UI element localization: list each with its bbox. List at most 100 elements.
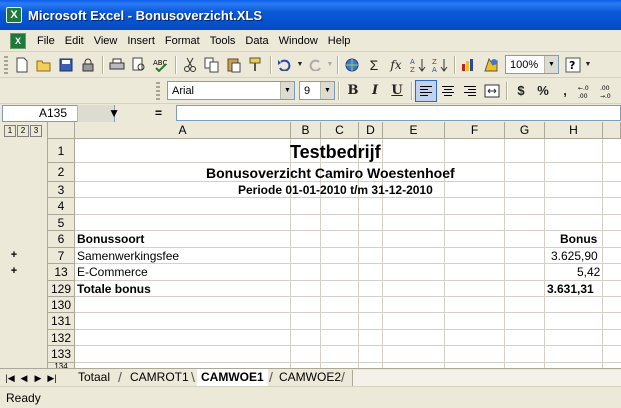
- insert-function-icon[interactable]: fx: [385, 54, 407, 76]
- row-header[interactable]: 6: [48, 231, 75, 248]
- row-header[interactable]: 13: [48, 264, 75, 281]
- column-header[interactable]: E: [383, 122, 445, 139]
- row-header[interactable]: 1: [48, 139, 75, 163]
- row-header[interactable]: 133: [48, 346, 75, 363]
- chevron-down-icon[interactable]: ▼: [544, 56, 558, 73]
- row-header[interactable]: 129: [48, 281, 75, 297]
- expand-group-icon[interactable]: +: [8, 266, 20, 278]
- column-header[interactable]: A: [75, 122, 291, 139]
- workbook-icon[interactable]: X: [10, 32, 26, 49]
- autosum-icon[interactable]: Σ: [363, 54, 385, 76]
- toolbar-grip[interactable]: [156, 81, 160, 100]
- sheet-tab-camwoe2[interactable]: CAMWOE2: [275, 369, 345, 386]
- underline-button[interactable]: U: [386, 80, 408, 102]
- chevron-down-icon[interactable]: ▼: [77, 104, 120, 122]
- drawing-icon[interactable]: [480, 54, 502, 76]
- hyperlink-icon[interactable]: [341, 54, 363, 76]
- redo-icon[interactable]: [304, 54, 326, 76]
- column-header[interactable]: F: [445, 122, 505, 139]
- last-sheet-icon[interactable]: ▶|: [46, 371, 58, 385]
- spelling-icon[interactable]: ABC: [150, 54, 172, 76]
- menu-insert[interactable]: Insert: [122, 31, 160, 51]
- column-header[interactable]: B: [291, 122, 321, 139]
- bold-button[interactable]: B: [342, 80, 364, 102]
- sort-ascending-icon[interactable]: AZ: [407, 54, 429, 76]
- horizontal-scrollbar[interactable]: [352, 370, 621, 386]
- cell-total-label[interactable]: Totale bonus: [77, 281, 151, 297]
- font-size-select[interactable]: 9 ▼: [299, 81, 335, 100]
- currency-icon[interactable]: $: [510, 80, 532, 102]
- row-header[interactable]: 130: [48, 297, 75, 313]
- first-sheet-icon[interactable]: |◀: [4, 371, 16, 385]
- sheet-tab-camwoe1[interactable]: CAMWOE1: [197, 369, 268, 386]
- print-icon[interactable]: [106, 54, 128, 76]
- zoom-select[interactable]: 100% ▼: [505, 55, 559, 74]
- select-all-corner[interactable]: [48, 122, 75, 139]
- row-header[interactable]: 5: [48, 215, 75, 231]
- redo-dropdown-icon[interactable]: ▼: [326, 54, 334, 76]
- cell-period[interactable]: Periode 01-01-2010 t/m 31-12-2010: [238, 182, 433, 198]
- menu-tools[interactable]: Tools: [205, 31, 241, 51]
- merge-center-icon[interactable]: [481, 80, 503, 102]
- undo-icon[interactable]: [274, 54, 296, 76]
- menu-data[interactable]: Data: [240, 31, 273, 51]
- next-sheet-icon[interactable]: ▶: [32, 371, 44, 385]
- paste-icon[interactable]: [223, 54, 245, 76]
- menu-view[interactable]: View: [89, 31, 123, 51]
- chevron-down-icon[interactable]: ▼: [280, 82, 294, 99]
- prev-sheet-icon[interactable]: ◀: [18, 371, 30, 385]
- menu-help[interactable]: Help: [323, 31, 356, 51]
- print-preview-icon[interactable]: [128, 54, 150, 76]
- cell-row13-label[interactable]: E-Commerce: [77, 264, 148, 280]
- save-icon[interactable]: [55, 54, 77, 76]
- align-right-icon[interactable]: [459, 80, 481, 102]
- sheet-tab-camrot1[interactable]: CAMROT1: [126, 369, 193, 386]
- new-icon[interactable]: [11, 54, 33, 76]
- column-header[interactable]: C: [321, 122, 359, 139]
- toolbar-grip[interactable]: [4, 55, 8, 74]
- cell-subtitle[interactable]: Bonusoverzicht Camiro Woestenhoef: [206, 164, 455, 182]
- open-icon[interactable]: [33, 54, 55, 76]
- help-dropdown-icon[interactable]: ▼: [584, 54, 592, 76]
- increase-decimal-icon[interactable]: ←.0.00: [576, 80, 598, 102]
- outline-level-1-button[interactable]: 1: [4, 125, 16, 137]
- row-header[interactable]: 131: [48, 313, 75, 330]
- align-left-icon[interactable]: [415, 79, 437, 102]
- align-center-icon[interactable]: [437, 80, 459, 102]
- row-header[interactable]: 132: [48, 330, 75, 346]
- row-header[interactable]: 3: [48, 182, 75, 198]
- column-header[interactable]: G: [505, 122, 545, 139]
- menu-file[interactable]: File: [32, 31, 60, 51]
- cell-header-bonus[interactable]: Bonus: [560, 231, 597, 247]
- column-header[interactable]: H: [545, 122, 603, 139]
- cell-header-bonussoort[interactable]: Bonussoort: [77, 231, 144, 247]
- formula-input[interactable]: [176, 105, 621, 121]
- menu-format[interactable]: Format: [160, 31, 205, 51]
- cell-row7-label[interactable]: Samenwerkingsfee: [77, 248, 179, 264]
- sort-descending-icon[interactable]: ZA: [429, 54, 451, 76]
- row-header[interactable]: 2: [48, 163, 75, 182]
- sheet-tab-totaal[interactable]: Totaal: [74, 369, 114, 386]
- cell-title[interactable]: Testbedrijf: [290, 142, 381, 162]
- row-header[interactable]: 4: [48, 198, 75, 215]
- undo-dropdown-icon[interactable]: ▼: [296, 54, 304, 76]
- format-painter-icon[interactable]: [245, 54, 267, 76]
- font-name-select[interactable]: Arial ▼: [167, 81, 295, 100]
- outline-level-3-button[interactable]: 3: [30, 125, 42, 137]
- cut-icon[interactable]: [179, 54, 201, 76]
- italic-button[interactable]: I: [364, 80, 386, 102]
- name-box[interactable]: A135 ▼: [2, 104, 120, 122]
- help-icon[interactable]: ?: [562, 54, 584, 76]
- row-header[interactable]: 7: [48, 248, 75, 264]
- cell-total-value[interactable]: 3.631,31: [547, 281, 594, 297]
- copy-icon[interactable]: [201, 54, 223, 76]
- cell-row7-value[interactable]: 3.625,90: [551, 248, 598, 264]
- permission-icon[interactable]: [77, 54, 99, 76]
- outline-level-2-button[interactable]: 2: [17, 125, 29, 137]
- percent-icon[interactable]: %: [532, 80, 554, 102]
- expand-group-icon[interactable]: +: [8, 250, 20, 262]
- comma-style-icon[interactable]: ,: [554, 80, 576, 102]
- cell-row13-value[interactable]: 5,42: [577, 264, 600, 280]
- decrease-decimal-icon[interactable]: .00 →.0: [598, 80, 620, 102]
- column-header[interactable]: D: [359, 122, 383, 139]
